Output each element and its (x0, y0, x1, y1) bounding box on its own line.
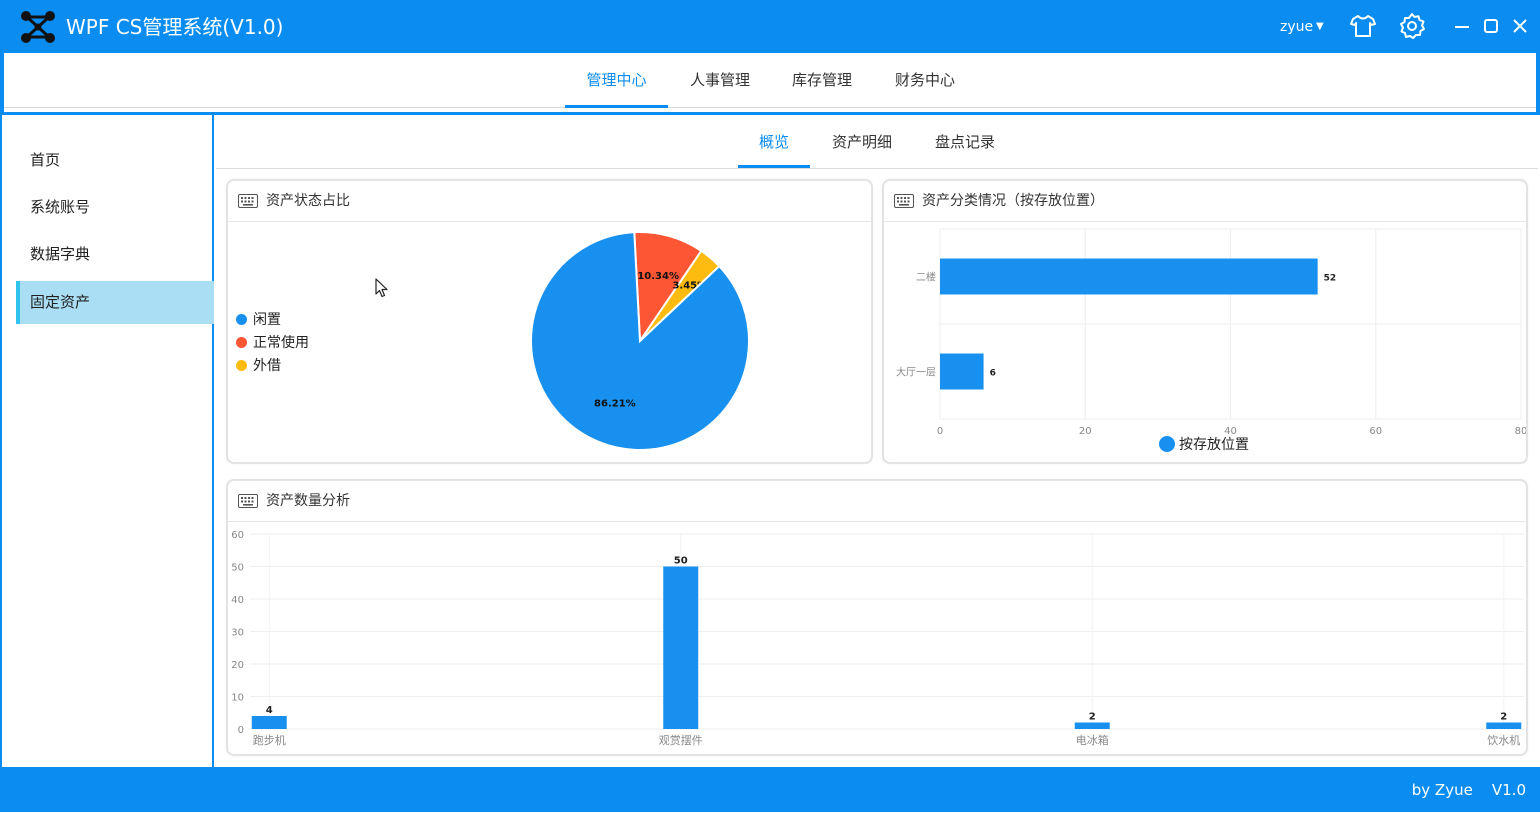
data-label: 4 (266, 705, 273, 716)
y-tick-label: 60 (231, 530, 244, 541)
window-border-right (1536, 53, 1540, 115)
x-tick-label: 60 (1369, 426, 1382, 437)
pie-slice-label: 86.21% (594, 399, 636, 410)
chevron-down-icon[interactable]: ▼ (1316, 18, 1324, 36)
x-tick-label: 20 (1079, 426, 1092, 437)
bar (940, 258, 1318, 295)
top-nav: 管理中心 人事管理 库存管理 财务中心 (4, 53, 1536, 108)
logo-icon (21, 11, 55, 43)
data-label: 6 (990, 369, 996, 379)
x-tick-label: 40 (1224, 426, 1237, 437)
minimize-icon[interactable] (1452, 16, 1472, 36)
data-label: 2 (1089, 712, 1096, 723)
quantity-bar-chart: 0 10 20 30 40 50 60 4 跑步机 50 观赏摆件 2 电冰箱 2 饮水机 (231, 530, 1524, 747)
y-tick-label: 二楼 (916, 271, 936, 284)
user-menu[interactable]: zyue (1280, 18, 1313, 36)
x-tick-label: 80 (1515, 426, 1526, 437)
tshirt-icon[interactable] (1349, 12, 1377, 40)
asset-status-card: 资产状态占比 闲置 正常使用 外借 10.34% 3.45% 86.21% (226, 179, 873, 464)
maximize-icon[interactable] (1481, 16, 1501, 36)
top-nav-tab[interactable]: 人事管理 (680, 53, 760, 105)
bar (1486, 722, 1522, 729)
y-tick-label: 30 (231, 628, 244, 639)
data-label: 50 (674, 556, 688, 567)
y-tick-label: 大厅一层 (896, 366, 936, 379)
footer-text: by Zyue V1.0 (1411, 781, 1526, 799)
y-tick-label: 50 (231, 563, 244, 574)
sidebar-item-dictionary[interactable]: 数据字典 (16, 233, 214, 276)
asset-location-card: 资产分类情况（按存放位置） 0 20 40 60 80 二楼 52 大厅一层 6 按存放位置 (882, 179, 1528, 464)
x-tick-label: 观赏摆件 (659, 733, 703, 747)
legend-swatch (1159, 436, 1175, 452)
mouse-cursor-icon (375, 278, 388, 298)
y-tick-label: 20 (231, 660, 244, 671)
title-bar: WPF CS管理系统(V1.0) zyue ▼ (0, 0, 1540, 53)
bar (251, 716, 287, 729)
sub-tabs: 概览 资产明细 盘点记录 (216, 115, 1538, 169)
x-tick-label: 电冰箱 (1076, 733, 1109, 747)
y-tick-label: 10 (231, 693, 244, 704)
legend-label: 按存放位置 (1179, 437, 1249, 453)
close-icon[interactable] (1510, 16, 1530, 36)
top-nav-tab[interactable]: 管理中心 (565, 53, 668, 108)
y-tick-label: 40 (231, 595, 244, 606)
gear-icon[interactable] (1398, 12, 1426, 40)
x-tick-label: 饮水机 (1487, 733, 1520, 747)
footer: by Zyue V1.0 (0, 767, 1540, 812)
data-label: 2 (1500, 712, 1507, 723)
sidebar: 首页 系统账号 数据字典 固定资产 (0, 115, 214, 767)
x-tick-label: 跑步机 (253, 733, 286, 747)
pie-chart: 10.34%3.45%86.21% (530, 231, 750, 451)
bar (1074, 722, 1110, 729)
asset-quantity-card: 资产数量分析 0 10 20 30 40 50 60 4 跑步机 50 观赏摆件 2 电冰箱 2 饮水机 (226, 479, 1528, 756)
sidebar-item-accounts[interactable]: 系统账号 (16, 186, 214, 229)
y-tick-label: 0 (238, 725, 244, 736)
sidebar-item-fixed-assets[interactable]: 固定资产 (16, 281, 214, 324)
sub-tab-asset-detail[interactable]: 资产明细 (824, 115, 900, 165)
sidebar-item-home[interactable]: 首页 (16, 139, 214, 182)
bar (663, 566, 699, 729)
top-nav-tab[interactable]: 财务中心 (885, 53, 965, 105)
top-nav-tab[interactable]: 库存管理 (782, 53, 862, 105)
x-tick-label: 0 (937, 426, 943, 437)
data-label: 52 (1324, 274, 1337, 284)
location-bar-chart: 0 20 40 60 80 二楼 52 大厅一层 6 按存放位置 (896, 228, 1526, 453)
sub-tab-inventory-records[interactable]: 盘点记录 (927, 115, 1003, 165)
sub-tab-overview[interactable]: 概览 (738, 115, 810, 168)
app-title: WPF CS管理系统(V1.0) (66, 15, 284, 39)
bar (940, 353, 984, 390)
